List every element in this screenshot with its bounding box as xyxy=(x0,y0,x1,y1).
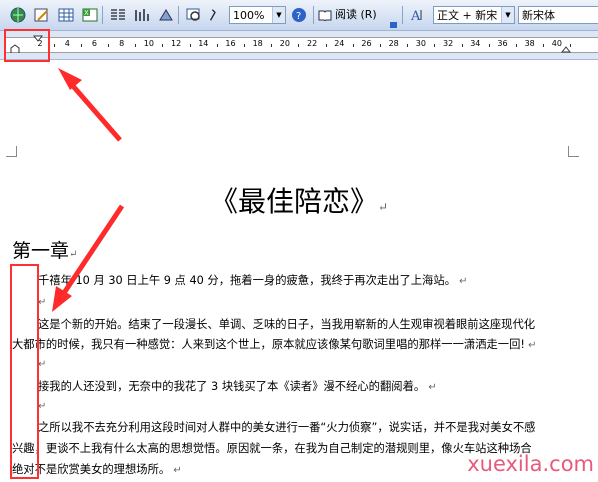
annotation-arrows xyxy=(52,68,125,312)
annotation-arrow-icon xyxy=(52,204,125,312)
annotation-arrow-icon xyxy=(58,68,122,142)
watermark: xuexila.com xyxy=(467,452,594,476)
